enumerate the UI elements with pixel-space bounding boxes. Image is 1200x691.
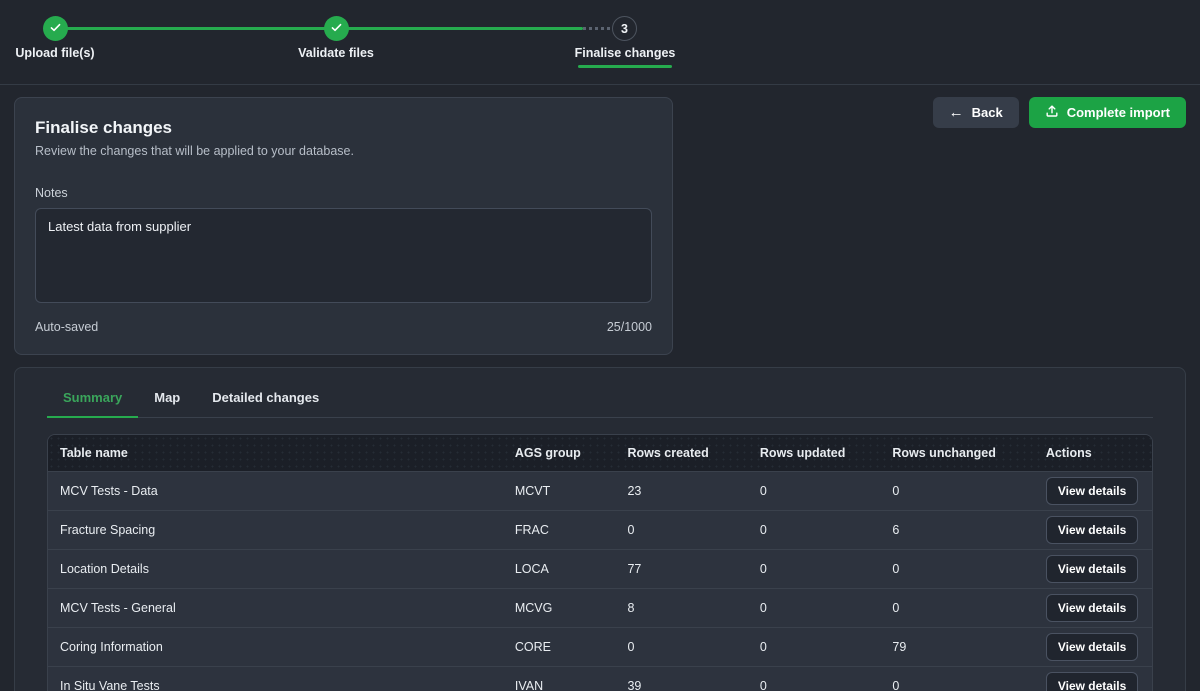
stepper-step-3-label[interactable]: Finalise changes — [555, 46, 695, 60]
stepper-step-2-label[interactable]: Validate files — [266, 46, 406, 60]
check-icon — [330, 21, 343, 37]
table-row: MCV Tests - General MCVG 8 0 0 View deta… — [48, 588, 1152, 627]
header-rows-updated: Rows updated — [748, 446, 880, 460]
cell-table-name: MCV Tests - Data — [48, 484, 503, 498]
tab-summary[interactable]: Summary — [47, 378, 138, 418]
header-rows-unchanged: Rows unchanged — [880, 446, 1033, 460]
import-progress-bar: 3 Upload file(s) Validate files Finalise… — [0, 0, 1200, 85]
notes-textarea[interactable]: Latest data from supplier — [35, 208, 652, 303]
cell-rows-updated: 0 — [748, 679, 880, 691]
finalise-changes-card: Finalise changes Review the changes that… — [14, 97, 673, 355]
char-counter: 25/1000 — [607, 320, 652, 334]
back-button-label: Back — [972, 105, 1003, 120]
stepper-step-3-indicator[interactable]: 3 — [612, 16, 637, 41]
cell-actions: View details — [1034, 477, 1152, 505]
tab-bar: Summary Map Detailed changes — [47, 378, 1153, 418]
upload-icon — [1045, 104, 1059, 121]
cell-ags-group: MCVT — [503, 484, 616, 498]
header-table-name: Table name — [48, 446, 503, 460]
card-subtitle: Review the changes that will be applied … — [35, 144, 652, 158]
cell-rows-unchanged: 0 — [880, 601, 1033, 615]
card-title: Finalise changes — [35, 118, 652, 138]
cell-actions: View details — [1034, 672, 1152, 691]
cell-table-name: MCV Tests - General — [48, 601, 503, 615]
cell-rows-created: 8 — [615, 601, 747, 615]
cell-rows-unchanged: 0 — [880, 679, 1033, 691]
wizard-actions: ← Back Complete import — [933, 97, 1186, 128]
view-details-button[interactable]: View details — [1046, 594, 1138, 622]
cell-ags-group: CORE — [503, 640, 616, 654]
cell-ags-group: MCVG — [503, 601, 616, 615]
tab-detailed-changes[interactable]: Detailed changes — [196, 378, 335, 418]
stepper-step-1-indicator[interactable] — [43, 16, 68, 41]
complete-import-label: Complete import — [1067, 105, 1170, 120]
stepper-pending-line — [583, 27, 613, 30]
summary-panel: Summary Map Detailed changes Table name … — [14, 367, 1186, 691]
view-details-button[interactable]: View details — [1046, 555, 1138, 583]
stepper-step-1-label[interactable]: Upload file(s) — [0, 46, 125, 60]
cell-actions: View details — [1034, 633, 1152, 661]
autosave-status: Auto-saved — [35, 320, 98, 334]
cell-rows-unchanged: 0 — [880, 562, 1033, 576]
table-row: In Situ Vane Tests IVAN 39 0 0 View deta… — [48, 666, 1152, 691]
header-ags-group: AGS group — [503, 446, 616, 460]
cell-ags-group: FRAC — [503, 523, 616, 537]
back-button[interactable]: ← Back — [933, 97, 1019, 128]
view-details-button[interactable]: View details — [1046, 477, 1138, 505]
table-body: MCV Tests - Data MCVT 23 0 0 View detail… — [48, 471, 1152, 691]
cell-rows-updated: 0 — [748, 640, 880, 654]
cell-rows-updated: 0 — [748, 601, 880, 615]
table-row: Coring Information CORE 0 0 79 View deta… — [48, 627, 1152, 666]
table-header-row: Table name AGS group Rows created Rows u… — [48, 435, 1152, 471]
cell-rows-unchanged: 79 — [880, 640, 1033, 654]
cell-actions: View details — [1034, 555, 1152, 583]
cell-rows-unchanged: 6 — [880, 523, 1033, 537]
cell-rows-created: 39 — [615, 679, 747, 691]
cell-ags-group: LOCA — [503, 562, 616, 576]
cell-rows-created: 77 — [615, 562, 747, 576]
main-content: Finalise changes Review the changes that… — [0, 85, 1200, 691]
header-actions: Actions — [1034, 446, 1152, 460]
cell-rows-updated: 0 — [748, 523, 880, 537]
view-details-button[interactable]: View details — [1046, 633, 1138, 661]
cell-rows-created: 23 — [615, 484, 747, 498]
cell-rows-unchanged: 0 — [880, 484, 1033, 498]
summary-table: Table name AGS group Rows created Rows u… — [47, 434, 1153, 691]
arrow-left-icon: ← — [949, 105, 964, 120]
cell-rows-updated: 0 — [748, 562, 880, 576]
cell-rows-updated: 0 — [748, 484, 880, 498]
notes-label: Notes — [35, 186, 652, 200]
cell-ags-group: IVAN — [503, 679, 616, 691]
table-row: Location Details LOCA 77 0 0 View detail… — [48, 549, 1152, 588]
cell-table-name: Coring Information — [48, 640, 503, 654]
step-number: 3 — [621, 22, 628, 36]
tab-map[interactable]: Map — [138, 378, 196, 418]
check-icon — [49, 21, 62, 37]
import-stepper: 3 Upload file(s) Validate files Finalise… — [0, 0, 700, 84]
table-row: MCV Tests - Data MCVT 23 0 0 View detail… — [48, 471, 1152, 510]
stepper-progress-line — [55, 27, 583, 30]
cell-table-name: Fracture Spacing — [48, 523, 503, 537]
cell-table-name: In Situ Vane Tests — [48, 679, 503, 691]
cell-rows-created: 0 — [615, 523, 747, 537]
active-step-underline — [578, 65, 672, 68]
cell-table-name: Location Details — [48, 562, 503, 576]
complete-import-button[interactable]: Complete import — [1029, 97, 1186, 128]
cell-actions: View details — [1034, 594, 1152, 622]
table-row: Fracture Spacing FRAC 0 0 6 View details — [48, 510, 1152, 549]
cell-actions: View details — [1034, 516, 1152, 544]
stepper-step-2-indicator[interactable] — [324, 16, 349, 41]
view-details-button[interactable]: View details — [1046, 672, 1138, 691]
header-rows-created: Rows created — [615, 446, 747, 460]
view-details-button[interactable]: View details — [1046, 516, 1138, 544]
cell-rows-created: 0 — [615, 640, 747, 654]
